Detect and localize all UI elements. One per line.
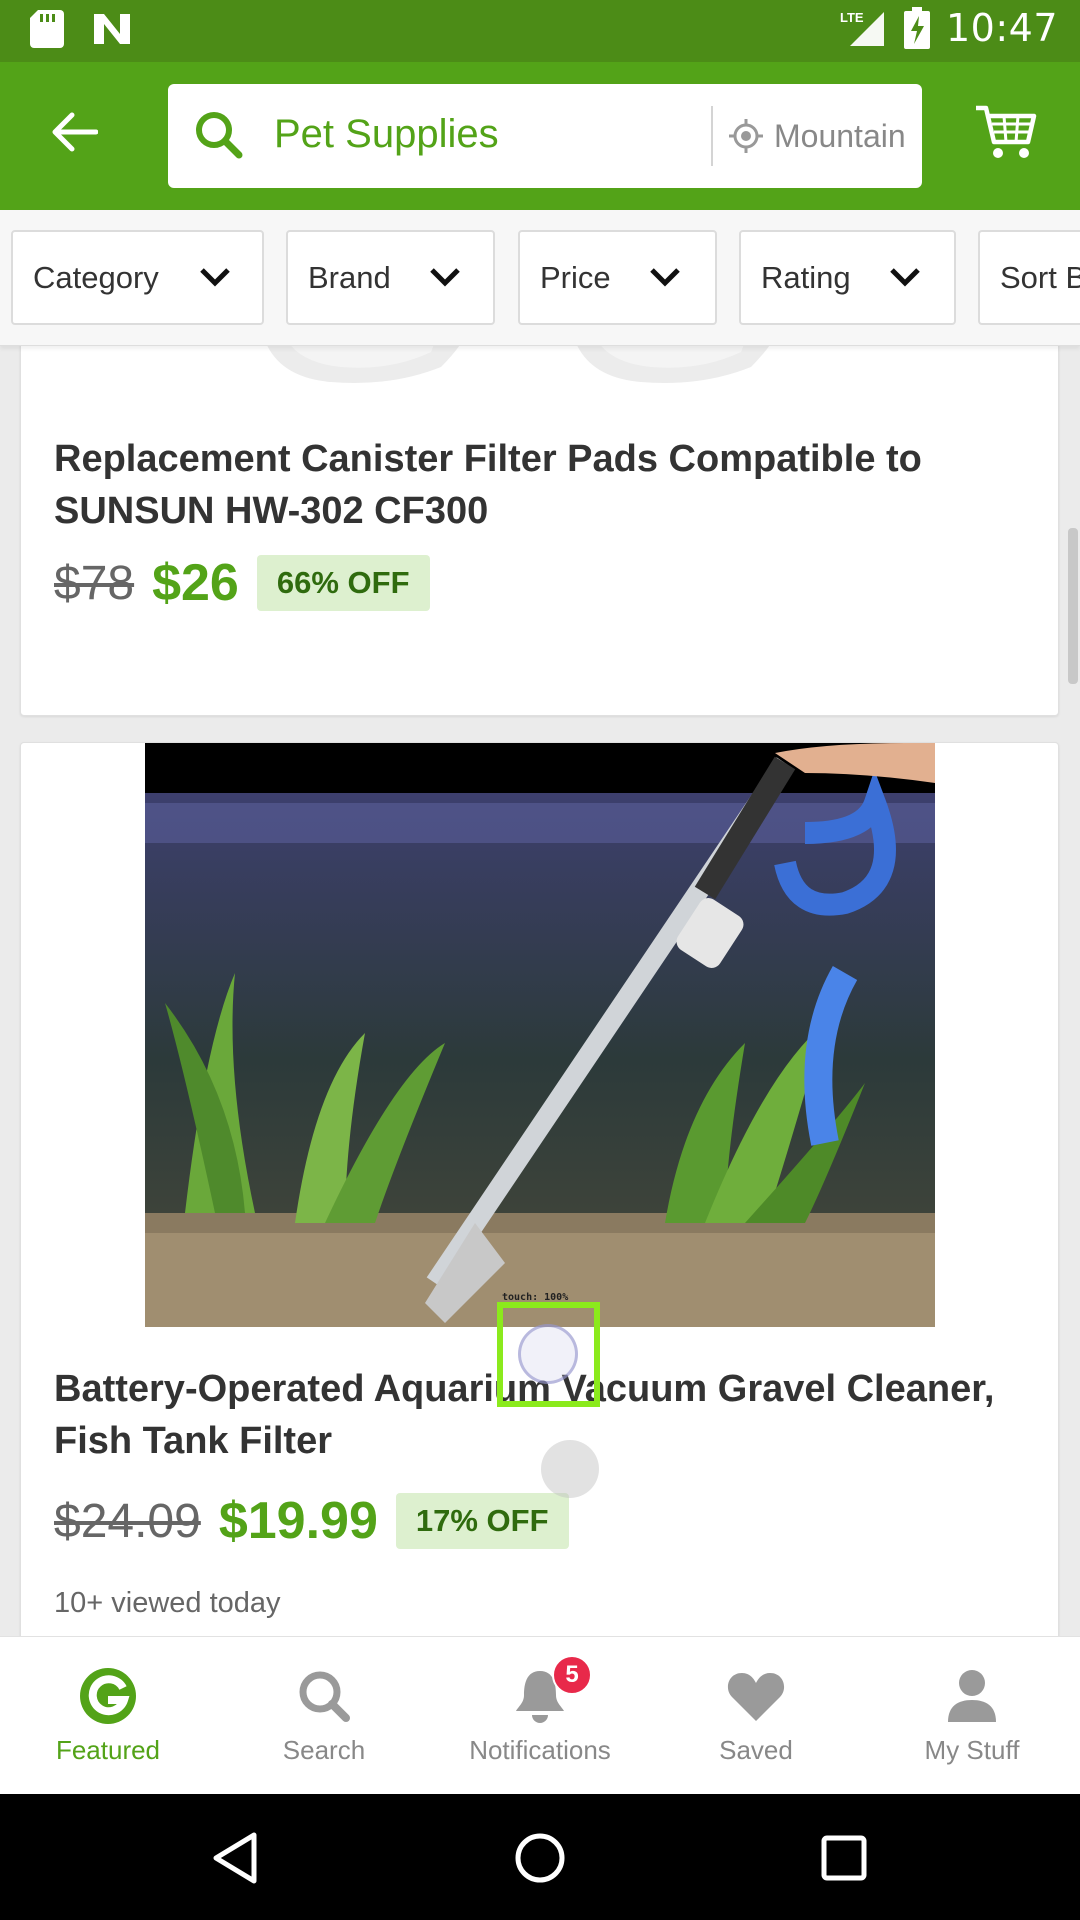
- back-arrow-icon: [52, 112, 98, 152]
- n-logo-icon: [94, 14, 130, 44]
- nav-notifications[interactable]: 5 Notifications: [432, 1637, 648, 1795]
- touch-point: [541, 1440, 599, 1498]
- price-row: $78 $26 66% OFF: [54, 553, 430, 613]
- product-card[interactable]: Battery-Operated Aquarium Vacuum Gravel …: [20, 742, 1059, 1636]
- filter-label: Price: [540, 259, 611, 295]
- filter-label: Brand: [308, 259, 391, 295]
- filter-label: Sort B: [1000, 259, 1080, 295]
- clock: 10:47: [945, 6, 1058, 50]
- nav-label: Saved: [719, 1735, 793, 1765]
- cart-button[interactable]: [974, 102, 1038, 167]
- nav-my-stuff[interactable]: My Stuff: [864, 1637, 1080, 1795]
- touch-ripple: [518, 1324, 578, 1384]
- sale-price: $19.99: [218, 1492, 378, 1550]
- back-button[interactable]: [44, 102, 104, 162]
- system-recents-button[interactable]: [814, 1828, 874, 1888]
- heart-icon: [727, 1673, 785, 1721]
- triangle-back-icon: [213, 1832, 257, 1884]
- battery-charging-icon: [903, 7, 930, 49]
- square-recents-icon: [821, 1835, 867, 1881]
- discount-badge: 66% OFF: [256, 555, 430, 611]
- filter-label: Category: [33, 259, 159, 295]
- filter-bar: Category Brand Price Rating Sort B: [0, 210, 1080, 346]
- network-label: LTE: [840, 10, 864, 25]
- sd-card-icon: [30, 10, 64, 48]
- nav-search[interactable]: Search: [216, 1637, 432, 1795]
- nav-label: Notifications: [469, 1735, 611, 1765]
- nav-label: Featured: [55, 1735, 161, 1765]
- discount-badge: 17% OFF: [395, 1493, 569, 1549]
- nav-saved[interactable]: Saved: [648, 1637, 864, 1795]
- original-price: $78: [54, 556, 135, 610]
- cart-icon: [976, 105, 1037, 158]
- viewed-count: 10+ viewed today: [54, 1587, 281, 1619]
- circle-home-icon: [515, 1833, 565, 1883]
- chevron-down-icon: [200, 268, 230, 287]
- chevron-down-icon: [430, 268, 460, 287]
- bottom-navigation: Featured Search 5 Notifications Saved My…: [0, 1636, 1080, 1794]
- filter-label: Rating: [761, 259, 851, 295]
- scrollbar[interactable]: [1068, 528, 1078, 684]
- search-icon: [196, 112, 243, 159]
- sale-price: $26: [152, 554, 239, 612]
- system-back-button[interactable]: [205, 1828, 265, 1888]
- status-bar: LTE 10:47: [0, 0, 1080, 62]
- nav-label: Search: [282, 1735, 366, 1765]
- search-bar[interactable]: Pet Supplies Mountain: [168, 84, 922, 188]
- filter-brand[interactable]: Brand: [286, 230, 495, 325]
- product-image[interactable]: [145, 743, 935, 1327]
- search-divider: [711, 106, 713, 166]
- chevron-down-icon: [650, 268, 680, 287]
- notification-badge: 5: [552, 1655, 592, 1695]
- app-screen: LTE 10:47 Pet Supplies Mountain Category…: [0, 0, 1080, 1920]
- product-title[interactable]: Replacement Canister Filter Pads Compati…: [54, 433, 1014, 537]
- filter-price[interactable]: Price: [518, 230, 717, 325]
- original-price: $24.09: [54, 1494, 201, 1548]
- location-field[interactable]: Mountain: [774, 118, 912, 155]
- location-icon: [729, 119, 763, 153]
- lte-signal-icon: LTE: [840, 10, 884, 46]
- product-feed[interactable]: Replacement Canister Filter Pads Compati…: [0, 346, 1080, 1636]
- system-home-button[interactable]: [510, 1828, 570, 1888]
- person-icon: [948, 1670, 996, 1722]
- chevron-down-icon: [890, 268, 920, 287]
- product-image: [267, 346, 770, 383]
- nav-label: My Stuff: [924, 1735, 1020, 1765]
- search-icon: [299, 1671, 350, 1722]
- nav-featured[interactable]: Featured: [0, 1637, 216, 1795]
- search-query[interactable]: Pet Supplies: [274, 112, 499, 157]
- app-toolbar: Pet Supplies Mountain: [0, 62, 1080, 210]
- filter-category[interactable]: Category: [11, 230, 264, 325]
- price-row: $24.09 $19.99 17% OFF: [54, 1491, 569, 1551]
- product-card[interactable]: Replacement Canister Filter Pads Compati…: [20, 346, 1059, 716]
- system-nav-bar: [0, 1794, 1080, 1920]
- filter-rating[interactable]: Rating: [739, 230, 956, 325]
- filter-sort[interactable]: Sort B: [978, 230, 1080, 325]
- groupon-g-icon: [80, 1668, 136, 1724]
